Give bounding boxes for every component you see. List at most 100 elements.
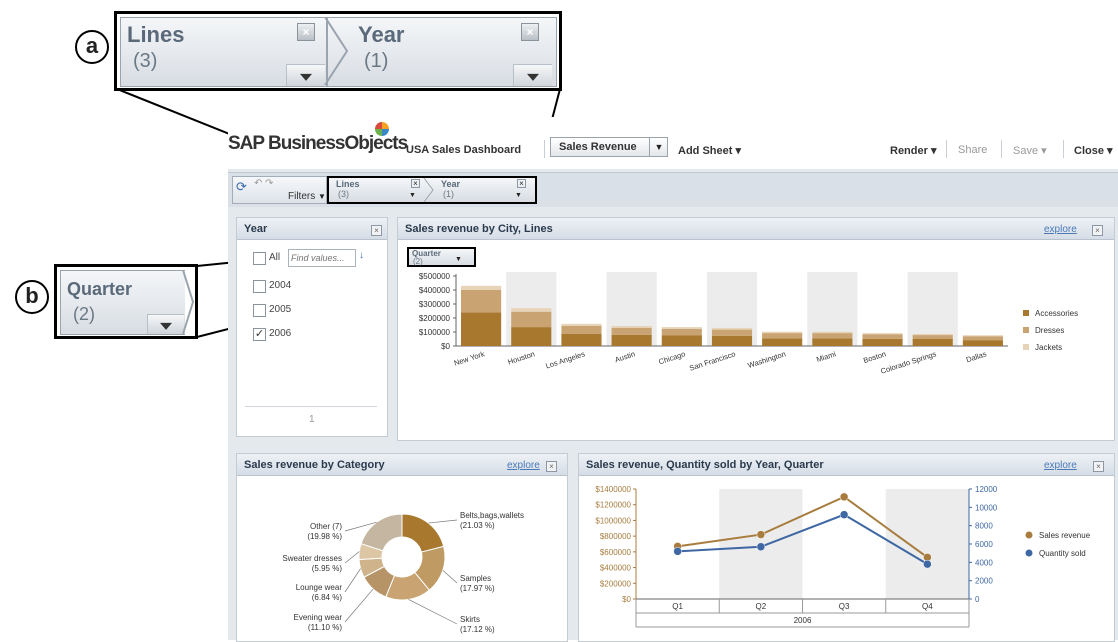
bar-jackets	[812, 331, 853, 334]
year-checkbox-2005[interactable]	[253, 304, 266, 317]
checkmark-icon: ✓	[254, 328, 265, 340]
y-left-tick-label: $0	[622, 595, 631, 604]
add-sheet-label: Add Sheet	[678, 145, 733, 157]
bar-jackets	[661, 327, 702, 329]
year-checkbox-2006[interactable]: ✓	[253, 328, 266, 341]
brand-name: SAP BusinessObjects	[228, 133, 408, 154]
select-all-checkbox[interactable]	[253, 252, 266, 265]
bar-accessories	[812, 338, 853, 346]
close-label: Close	[1074, 145, 1104, 157]
filter-chip-lines[interactable]: Lines (3) × ▼	[329, 178, 427, 202]
y-left-tick-label: $1200000	[595, 501, 631, 510]
bar-dresses	[962, 336, 1003, 341]
x-tick-label: Boston	[862, 349, 887, 365]
bar-dresses	[812, 333, 853, 339]
y-tick-label: $500000	[419, 272, 451, 281]
bar-jackets	[962, 335, 1003, 337]
save-menu[interactable]: Save ▾	[1013, 144, 1047, 157]
x-tick-label: Q4	[922, 602, 933, 611]
redo-icon[interactable]: ↷	[265, 178, 273, 189]
donut-slice	[401, 513, 445, 553]
slice-pct-label: (11.10 %)	[308, 623, 342, 632]
explore-link[interactable]: explore	[1044, 460, 1077, 471]
refresh-icon[interactable]: ⟳	[236, 179, 247, 195]
chevron-down-icon[interactable]: ▼	[649, 138, 668, 156]
y-right-tick-label: 10000	[975, 503, 998, 512]
year-filter-panel: Year × All ↓ 2004 2005 ✓ 2006 1	[236, 217, 388, 437]
legend-label: Quantity sold	[1039, 549, 1086, 558]
leader-line	[428, 519, 458, 524]
close-menu[interactable]: Close ▾	[1074, 144, 1113, 157]
leader-line	[408, 599, 458, 625]
close-icon[interactable]: ×	[546, 461, 557, 472]
bar-dresses	[912, 335, 953, 339]
select-all-label: All	[269, 252, 281, 263]
slice-label: Other (7)	[310, 522, 342, 531]
x-tick-label: San Francisco	[688, 349, 736, 372]
slice-pct-label: (6.84 %)	[312, 593, 343, 602]
bar-jackets	[762, 331, 803, 334]
save-label: Save	[1013, 145, 1039, 157]
city-bar-chart: $500000 $400000 $300000 $200000 $100000 $0New…	[419, 272, 1078, 376]
bar-accessories	[511, 327, 552, 346]
filters-label: Filters	[288, 191, 316, 202]
bar-accessories	[711, 335, 753, 346]
bar-jackets	[711, 327, 753, 330]
explore-link[interactable]: explore	[1044, 224, 1077, 235]
chip-title: Year	[441, 179, 461, 189]
y-left-tick-label: $400000	[600, 564, 632, 573]
chevron-down-icon[interactable]: ▼	[409, 192, 416, 199]
panel-title: Year	[244, 223, 268, 235]
close-icon[interactable]: ×	[517, 179, 526, 188]
chevron-down-icon[interactable]: ▼	[318, 192, 326, 201]
bar-dresses	[762, 333, 803, 339]
close-icon[interactable]: ×	[411, 179, 420, 188]
bar-jackets	[611, 325, 652, 328]
x-tick-label: Houston	[507, 349, 536, 366]
year-checkbox-2004[interactable]	[253, 280, 266, 293]
slice-pct-label: (21.03 %)	[460, 521, 495, 530]
year-quarter-line-chart: $1400000 $1200000 $1000000 $800000 $600000 $4…	[595, 485, 1091, 628]
search-input[interactable]	[288, 249, 356, 267]
render-menu[interactable]: Render ▾	[890, 144, 936, 157]
y-left-tick-label: $1400000	[595, 485, 631, 494]
filter-chip-year[interactable]: Year (1) × ▼	[429, 178, 535, 202]
x-group-label: 2006	[794, 616, 812, 625]
filter-bar: ⟳ ↶ ↷ Filters ▼ Lines (3) × ▼ Year (1) ×…	[228, 172, 1118, 207]
legend-swatch	[1023, 327, 1029, 333]
x-tick-label: Miami	[815, 349, 837, 364]
y-tick-label: $300000	[419, 300, 451, 309]
add-sheet-menu[interactable]: Add Sheet ▾	[678, 144, 741, 157]
panel-title: Sales revenue by City, Lines	[405, 223, 553, 235]
divider	[245, 406, 377, 407]
data-point	[756, 542, 766, 551]
slice-label: Samples	[460, 574, 491, 583]
legend-swatch	[1025, 549, 1033, 557]
slice-pct-label: (17.97 %)	[460, 584, 495, 593]
chevron-down-icon[interactable]: ▼	[455, 256, 462, 263]
quarter-chip[interactable]: Quarter (2) ▼	[407, 247, 476, 267]
sheet-select[interactable]: Sales Revenue ▼	[550, 137, 668, 157]
y-right-tick-label: 6000	[975, 540, 993, 549]
explore-link[interactable]: explore	[507, 460, 540, 471]
bar-dresses	[711, 329, 753, 336]
bar-jackets	[912, 333, 953, 336]
y-tick-label: $0	[441, 342, 450, 351]
separator	[1063, 140, 1064, 158]
chevron-down-icon[interactable]: ▼	[515, 192, 522, 199]
undo-icon[interactable]: ↶	[254, 178, 262, 189]
bar-dresses	[461, 290, 502, 313]
x-tick-label: Q3	[839, 602, 850, 611]
close-icon[interactable]: ×	[1093, 461, 1104, 472]
x-tick-label: Q1	[672, 602, 683, 611]
slice-label: Lounge wear	[296, 583, 343, 592]
sort-icon[interactable]: ↓	[359, 250, 364, 261]
close-icon[interactable]: ×	[371, 225, 382, 236]
app-window: SAP BusinessObjects USA Sales Dashboard …	[228, 117, 1118, 642]
data-point	[839, 510, 849, 519]
category-donut-chart: Belts,bags,wallets(21.03 %) Samples(17.97…	[282, 511, 524, 634]
close-icon[interactable]: ×	[1092, 225, 1103, 236]
share-button[interactable]: Share	[958, 144, 987, 156]
y-tick-label: $400000	[419, 286, 451, 295]
filters-control[interactable]: ⟳ ↶ ↷ Filters ▼	[232, 176, 327, 204]
